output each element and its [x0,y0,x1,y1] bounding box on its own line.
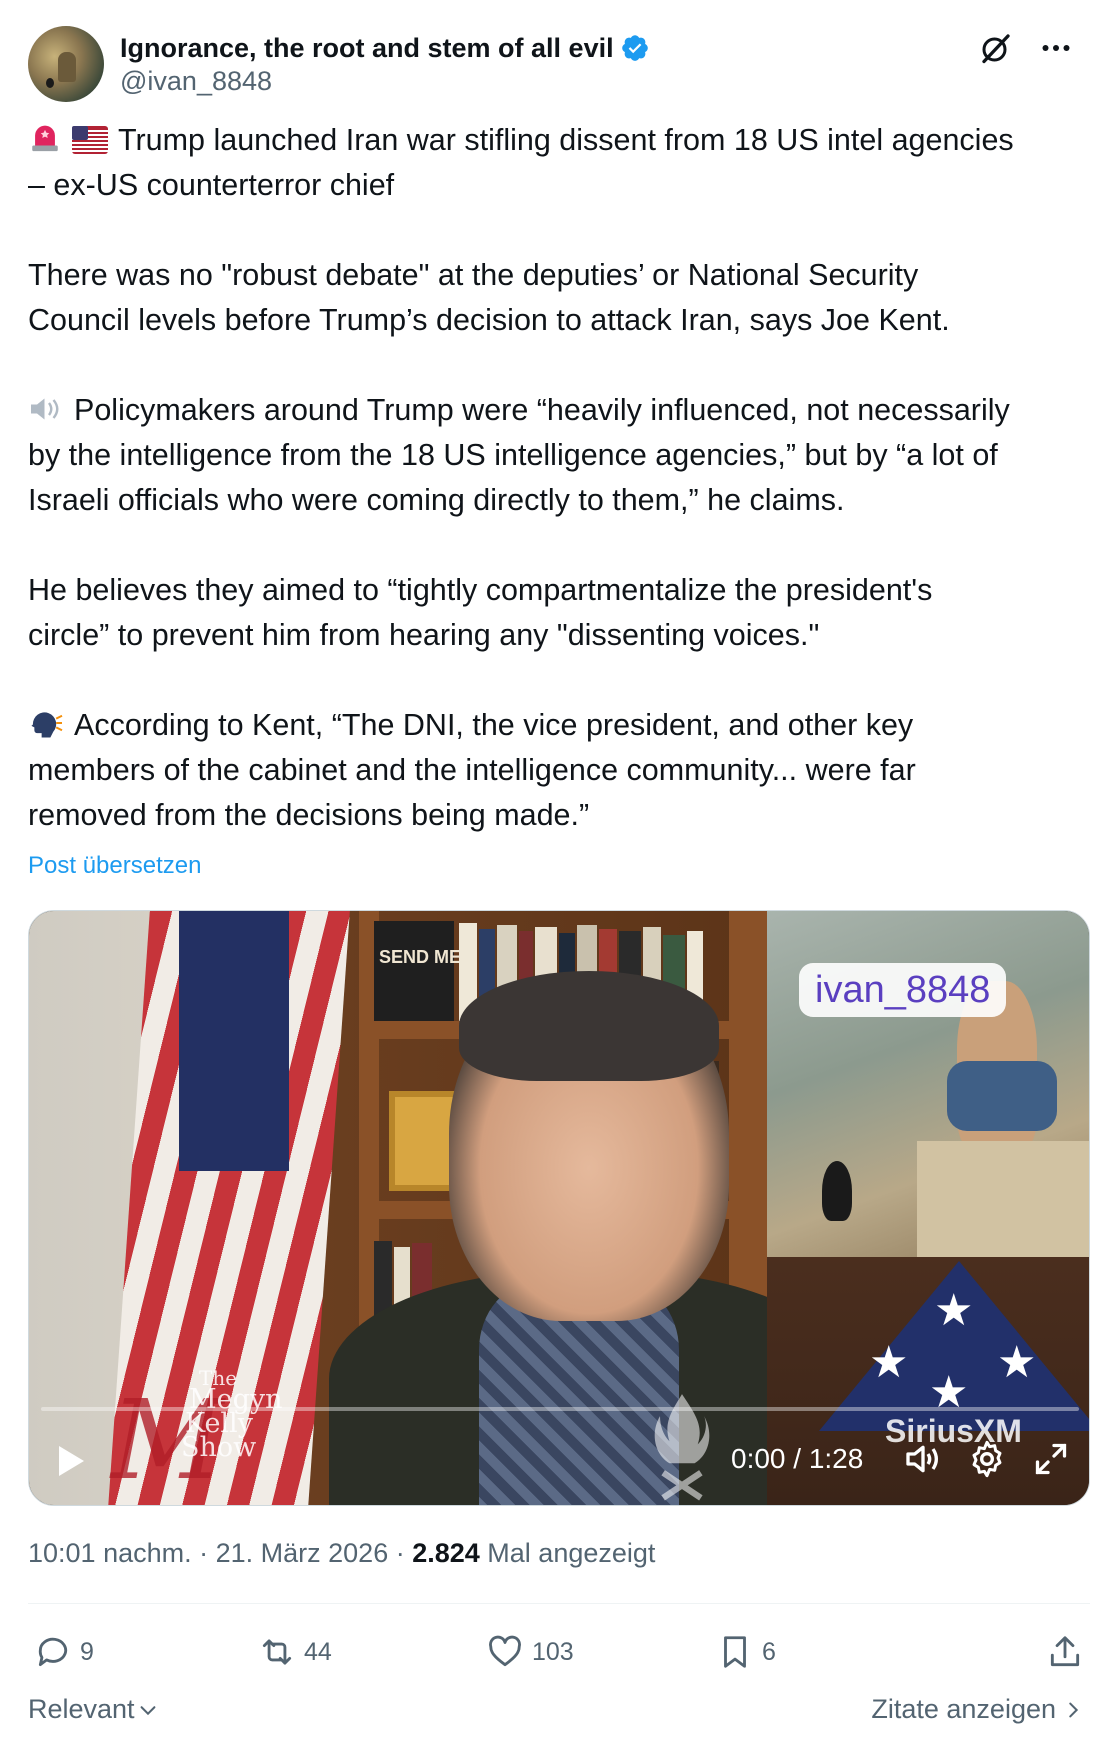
view-quotes-link[interactable]: Zitate anzeigen [871,1694,1084,1725]
post-line: Council levels before Trump’s decision t… [28,298,1088,343]
avatar-figure [58,52,76,82]
view-count: 2.824 [412,1538,480,1568]
share-icon [1050,1636,1080,1667]
chevron-down-icon [140,1705,156,1715]
post-line-text: Council levels before Trump’s decision t… [28,303,950,337]
post-line-text: He believes they aimed to “tightly compa… [28,573,933,607]
post-line: members of the cabinet and the intellige… [28,748,1088,793]
avatar-cat [46,78,54,88]
post-line: – ex-US counterterror chief [28,163,1088,208]
volume-icon[interactable] [903,1439,943,1479]
post-line: Israeli officials who were coming direct… [28,478,1088,523]
post-line-text: Israeli officials who were coming direct… [28,483,845,517]
speaker-hair [459,971,719,1081]
post-line: According to Kent, “The DNI, the vice pr… [28,703,1088,748]
post-line: by the intelligence from the 18 US intel… [28,433,1088,478]
sort-dropdown[interactable]: Relevant [28,1694,159,1725]
repost-icon [262,1639,292,1665]
post-line-text: by the intelligence from the 18 US intel… [28,438,998,472]
action-bar: 9 44 103 6 [28,1630,1090,1674]
post-line: Policymakers around Trump were “heavily … [28,388,1088,433]
verified-badge-icon [621,35,648,61]
divider [28,1603,1090,1604]
heart-icon [489,1635,521,1667]
chevron-right-icon [1069,1702,1079,1717]
sort-label: Relevant [28,1694,135,1724]
show-logo: M The Megyn Kelly Show [111,1366,283,1504]
avatar[interactable] [28,26,104,102]
watermark: ivan_8848 [799,963,1007,1017]
post-line-text: circle” to prevent him from hearing any … [28,618,820,652]
post-line-text: removed from the decisions being made.” [28,798,590,832]
translate-link[interactable]: Post übersetzen [28,852,201,880]
post-line-text: Trump launched Iran war stifling dissent… [118,123,1014,157]
settings-gear-icon[interactable] [967,1439,1007,1479]
flag-canton [179,911,289,1171]
speaker-icon [31,398,59,420]
display-name[interactable]: Ignorance, the root and stem of all evil [120,33,614,64]
post-meta: 10:01 nachm. · 21. März 2026 · 2.824 Mal… [28,1538,656,1568]
handle[interactable]: @ivan_8848 [120,66,272,97]
video-progress-bar[interactable] [41,1407,1079,1411]
us-flag-icon [72,126,108,154]
reply-button[interactable]: 9 [34,1630,94,1674]
replies-footer: Relevant Zitate anzeigen [28,1688,1090,1732]
fullscreen-icon[interactable] [1033,1441,1069,1477]
post-header: Ignorance, the root and stem of all evil… [28,26,1088,102]
reply-icon [38,1637,68,1667]
post-line: There was no "robust debate" at the depu… [28,253,1088,298]
bookmark-icon [724,1636,746,1668]
siren-icon [32,125,58,152]
share-button[interactable] [1046,1630,1092,1674]
repost-button[interactable]: 44 [258,1630,332,1674]
post-line-text: members of the cabinet and the intellige… [28,753,916,787]
post-line-text: Policymakers around Trump were “heavily … [74,393,1010,427]
post-text: Trump launched Iran war stifling dissent… [28,118,1088,838]
bookmark-count: 6 [762,1637,776,1666]
like-button[interactable]: 103 [486,1630,574,1674]
video-player[interactable]: SEND ME ★ ★ ★ ★ ivan_8848 M The Megyn Ke… [28,910,1090,1506]
post-line: removed from the decisions being made.” [28,793,1088,838]
book-title: SEND ME [379,947,462,967]
grok-icon[interactable] [978,30,1014,66]
post-line-text: There was no "robust debate" at the depu… [28,258,919,292]
bookmark-button[interactable]: 6 [716,1630,776,1674]
post-date[interactable]: 21. März 2026 [216,1538,389,1568]
video-time: 0:00 / 1:28 [731,1443,864,1474]
post-line: Trump launched Iran war stifling dissent… [28,118,1088,163]
post-time[interactable]: 10:01 nachm. [28,1538,192,1568]
post-line-text: – ex-US counterterror chief [28,168,395,202]
name-row: Ignorance, the root and stem of all evil [120,30,650,66]
view-label: Mal angezeigt [479,1538,656,1568]
like-count: 103 [532,1637,574,1666]
play-icon[interactable] [49,1441,89,1481]
post-line: He believes they aimed to “tightly compa… [28,568,1088,613]
repost-count: 44 [304,1637,332,1666]
post-line: circle” to prevent him from hearing any … [28,613,1088,658]
reply-count: 9 [80,1637,94,1666]
more-icon[interactable] [1038,30,1074,66]
post-line-text: According to Kent, “The DNI, the vice pr… [74,708,914,742]
quotes-label: Zitate anzeigen [871,1694,1056,1724]
speaking-head-icon [31,712,63,738]
